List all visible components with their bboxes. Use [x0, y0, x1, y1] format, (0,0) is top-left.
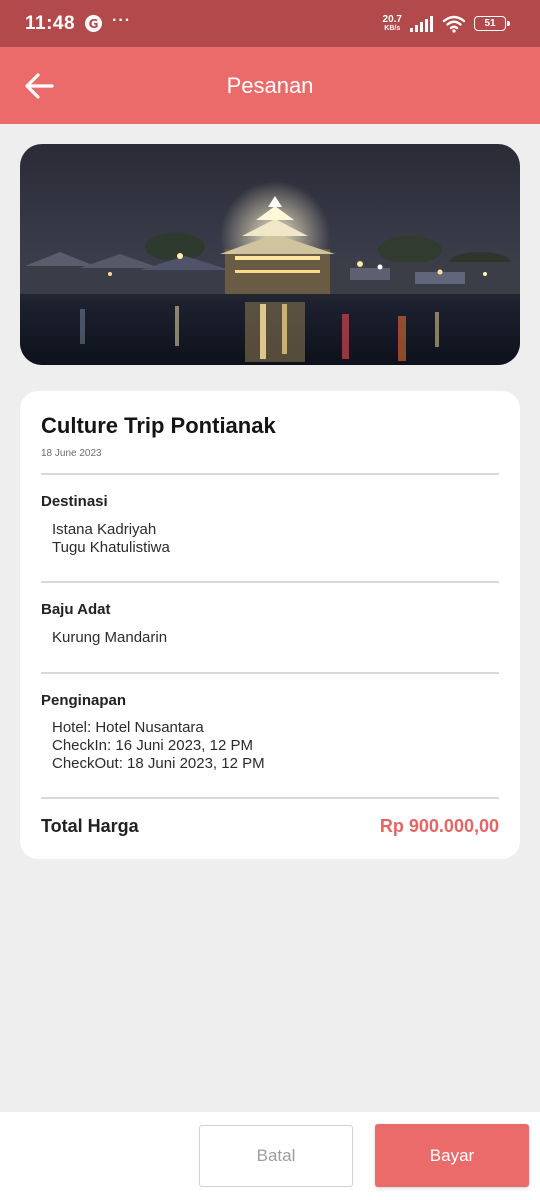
- divider: [41, 581, 499, 583]
- baju-adat-value: Kurung Mandarin: [52, 629, 168, 646]
- checkin-time: CheckIn: 16 Juni 2023, 12 PM: [52, 737, 253, 754]
- wifi-icon: [442, 15, 466, 33]
- total-label: Total Harga: [41, 816, 139, 836]
- status-right: 20.7 KB/s 51: [382, 13, 510, 33]
- trip-date: 18 June 2023: [41, 448, 102, 459]
- signal-icon: [410, 15, 433, 32]
- battery-icon: 51: [474, 16, 510, 31]
- network-speed: 20.7 KB/s: [382, 13, 402, 33]
- divider: [41, 797, 499, 799]
- divider: [41, 672, 499, 674]
- hotel-name: Hotel: Hotel Nusantara: [52, 719, 204, 736]
- network-speed-unit: KB/s: [384, 24, 401, 32]
- network-speed-value: 20.7: [382, 13, 402, 25]
- more-icon: ···: [112, 11, 132, 29]
- trip-title: Culture Trip Pontianak: [41, 413, 276, 438]
- checkout-time: CheckOut: 18 Juni 2023, 12 PM: [52, 755, 265, 772]
- total-price: Rp 900.000,00: [379, 816, 499, 836]
- trip-photo: [20, 144, 520, 365]
- bottom-action-bar: Batal Bayar: [0, 1112, 540, 1200]
- destinasi-label: Destinasi: [41, 493, 108, 510]
- app-bar: Pesanan: [0, 47, 540, 124]
- back-button[interactable]: [20, 67, 58, 105]
- order-detail-card: Culture Trip Pontianak 18 June 2023 Dest…: [20, 391, 520, 859]
- cancel-button[interactable]: Batal: [199, 1125, 353, 1187]
- status-bar: 11:48 G ··· 20.7 KB/s 51: [0, 0, 540, 47]
- divider: [41, 473, 499, 475]
- destinasi-item: Istana Kadriyah: [52, 521, 157, 538]
- status-time: 11:48: [25, 12, 76, 34]
- destinasi-item: Tugu Khatulistiwa: [52, 539, 170, 556]
- pay-button[interactable]: Bayar: [375, 1124, 529, 1187]
- order-screen: 11:48 G ··· 20.7 KB/s 51 Pesanan Culture…: [0, 0, 540, 1200]
- baju-adat-label: Baju Adat: [41, 601, 111, 618]
- page-title: Pesanan: [226, 72, 314, 98]
- penginapan-label: Penginapan: [41, 692, 127, 709]
- google-icon: G: [85, 15, 103, 32]
- status-left: 11:48 G ···: [25, 11, 132, 35]
- arrow-left-icon: [25, 73, 54, 99]
